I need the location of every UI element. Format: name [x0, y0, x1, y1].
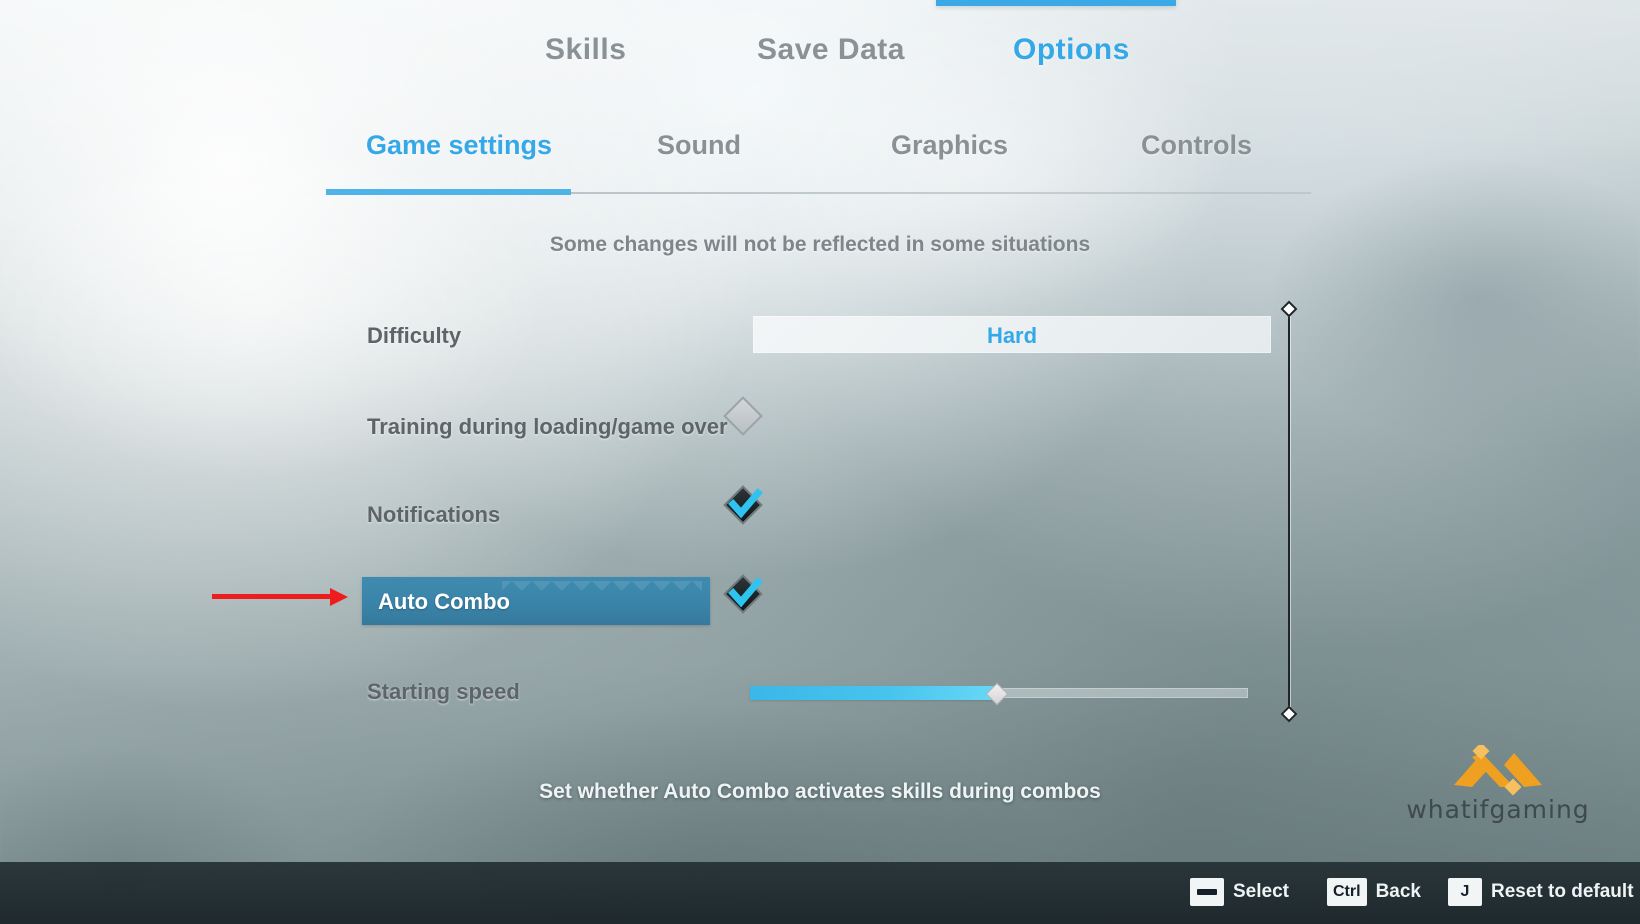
diamond-unchecked-icon: [723, 396, 763, 436]
primary-nav-active-indicator: [936, 0, 1176, 6]
hint-label-select: Select: [1233, 881, 1289, 902]
tab-graphics[interactable]: Graphics: [891, 130, 1008, 161]
options-scrollbar[interactable]: [1280, 300, 1298, 728]
scrollbar-thumb-top[interactable]: [1280, 300, 1298, 318]
j-key-icon: J: [1448, 878, 1482, 906]
nav-item-save-data[interactable]: Save Data: [757, 33, 905, 67]
sub-tab-bar: Game settings Sound Graphics Controls: [0, 118, 1640, 196]
hint-label-back: Back: [1375, 881, 1421, 902]
option-label-notifications: Notifications: [367, 502, 501, 527]
difficulty-value: Hard: [986, 323, 1038, 348]
spacebar-key-icon: [1190, 878, 1224, 906]
arrow-line: [212, 594, 334, 599]
sub-tab-active-indicator: [326, 189, 571, 195]
checkmark-icon: [728, 488, 763, 519]
whatifgaming-logo-icon: [1454, 742, 1542, 796]
primary-nav: Skills Save Data Options: [0, 0, 1640, 92]
checkmark-icon: [728, 577, 763, 608]
checkbox-notifications[interactable]: [723, 485, 763, 525]
annotation-arrow: [212, 586, 357, 608]
hint-select[interactable]: Select: [1190, 878, 1289, 908]
option-label-difficulty: Difficulty: [367, 323, 462, 348]
bottom-hint-bar: Select Ctrl Back J Reset to default: [0, 862, 1640, 924]
tab-game-settings[interactable]: Game settings: [366, 130, 552, 161]
checkbox-auto-combo[interactable]: [723, 574, 763, 614]
tab-sound[interactable]: Sound: [657, 130, 741, 161]
watermark-text: whatifgaming: [1406, 795, 1590, 824]
checkbox-training[interactable]: [723, 396, 763, 436]
option-label-training: Training during loading/game over: [367, 414, 728, 439]
ctrl-key-icon: Ctrl: [1327, 878, 1367, 906]
row-pattern-decoration: [502, 581, 702, 599]
starting-speed-slider-fill: [750, 686, 1000, 700]
scrollbar-cap-bottom: [1280, 705, 1298, 723]
tab-controls[interactable]: Controls: [1141, 130, 1252, 161]
scrollbar-track: [1288, 311, 1290, 720]
option-label-starting-speed: Starting speed: [367, 679, 520, 704]
option-label-auto-combo: Auto Combo: [378, 589, 510, 614]
settings-notice: Some changes will not be reflected in so…: [549, 233, 1091, 256]
nav-item-skills[interactable]: Skills: [545, 33, 626, 67]
hint-back[interactable]: Ctrl Back: [1327, 878, 1421, 908]
hint-label-reset: Reset to default: [1491, 881, 1634, 902]
nav-item-options[interactable]: Options: [1013, 33, 1130, 67]
watermark: whatifgaming: [1392, 742, 1604, 824]
arrow-head-icon: [330, 588, 348, 606]
hint-reset[interactable]: J Reset to default: [1448, 878, 1634, 908]
